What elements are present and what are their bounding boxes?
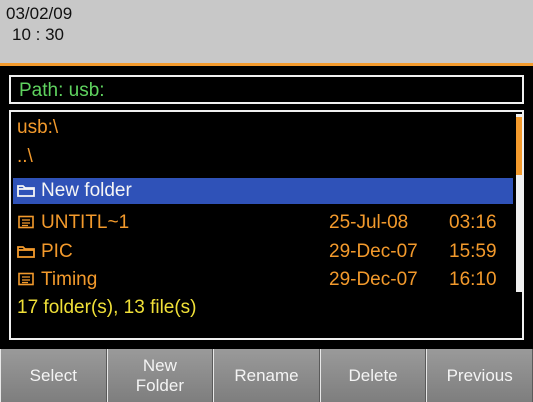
list-item[interactable]: PIC 29-Dec-07 15:59 (17, 239, 513, 265)
list-item[interactable]: UNTITL~1 25-Jul-08 03:16 (17, 210, 513, 236)
file-icon (18, 215, 34, 229)
item-name: New folder (41, 180, 132, 201)
previous-button[interactable]: Previous (426, 349, 533, 402)
delete-button-label: Delete (348, 365, 398, 385)
path-bar: Path: usb: (9, 75, 524, 104)
list-item[interactable]: New folder (13, 178, 513, 204)
scrollbar-thumb[interactable] (516, 117, 522, 175)
item-name: Timing (41, 269, 98, 290)
item-name: PIC (41, 241, 73, 262)
path-label: Path: usb: (19, 80, 105, 101)
new-folder-button-label: New Folder (135, 355, 184, 395)
file-browser[interactable]: usb:\ ..\ New folder UNTITL~1 25-Jul-08 … (9, 110, 524, 340)
status-header: 03/02/09 10 : 30 (0, 0, 533, 63)
date-label: 03/02/09 (6, 4, 73, 23)
item-name: UNTITL~1 (41, 212, 130, 233)
list-item[interactable]: Timing 29-Dec-07 16:10 (17, 267, 513, 293)
new-folder-button[interactable]: New Folder (106, 349, 214, 402)
previous-button-label: Previous (446, 365, 513, 385)
select-button[interactable]: Select (0, 349, 107, 402)
item-time: 15:59 (449, 241, 497, 262)
current-directory: usb:\ (17, 117, 59, 138)
folder-icon (17, 185, 35, 197)
folder-file-count: 17 folder(s), 13 file(s) (17, 297, 197, 318)
rename-button-label: Rename (234, 365, 299, 385)
softkey-bar: Select New Folder Rename Delete Previous (0, 349, 533, 402)
item-date: 29-Dec-07 (329, 241, 418, 262)
header-divider (0, 63, 533, 66)
item-time: 03:16 (449, 212, 497, 233)
item-date: 25-Jul-08 (329, 212, 409, 233)
file-icon (18, 272, 34, 286)
item-time: 16:10 (449, 269, 497, 290)
time-label: 10 : 30 (12, 25, 64, 44)
folder-icon (17, 246, 35, 258)
item-date: 29-Dec-07 (329, 269, 418, 290)
rename-button[interactable]: Rename (213, 349, 320, 402)
select-button-label: Select (29, 365, 77, 385)
parent-directory-item[interactable]: ..\ (17, 144, 513, 170)
delete-button[interactable]: Delete (319, 349, 427, 402)
